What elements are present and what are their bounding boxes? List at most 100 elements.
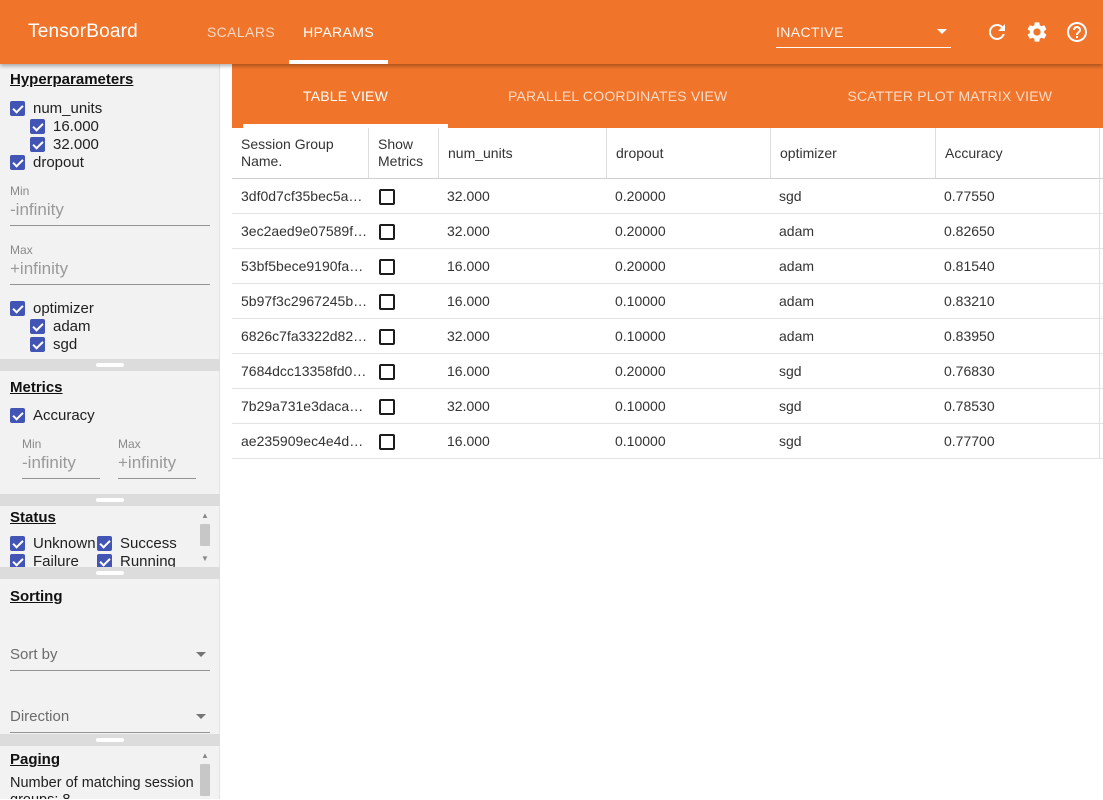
metric-accuracy: Accuracy: [10, 406, 219, 424]
tab-table-view[interactable]: TABLE VIEW: [243, 64, 448, 128]
gear-icon[interactable]: [1025, 20, 1049, 44]
refresh-icon[interactable]: [985, 20, 1009, 44]
num-units-label: num_units: [33, 100, 102, 117]
divider-drag-handle[interactable]: [96, 363, 124, 367]
accuracy-cell: 0.83950: [935, 328, 1103, 344]
status-failure: Failure: [10, 552, 97, 567]
tab-parallel-coordinates-view[interactable]: PARALLEL COORDINATES VIEW: [448, 64, 787, 128]
num-units-cell: 32.000: [438, 328, 606, 344]
optimizer-cell: adam: [770, 223, 935, 239]
divider-drag-handle[interactable]: [96, 571, 124, 575]
value-32-checkbox[interactable]: [30, 137, 45, 152]
col-dropout: dropout: [606, 128, 770, 178]
num-units-checkbox[interactable]: [10, 101, 25, 116]
session-group-name-cell: 3df0d7cf35bec5a…: [232, 188, 368, 204]
section-divider: [0, 494, 220, 506]
show-metrics-checkbox[interactable]: [379, 224, 395, 240]
table-row: 3ec2aed9e07589f… 32.000 0.20000 adam 0.8…: [232, 214, 1103, 249]
dropout-cell: 0.10000: [606, 433, 770, 449]
sgd-checkbox[interactable]: [30, 337, 45, 352]
dropout-min-input[interactable]: [10, 198, 210, 226]
dropout-max-input[interactable]: [10, 257, 210, 285]
status-heading: Status: [10, 509, 219, 526]
accuracy-cell: 0.77550: [935, 188, 1103, 204]
dropout-min-label: Min: [10, 184, 219, 198]
accuracy-cell: 0.78530: [935, 398, 1103, 414]
optimizer-cell: adam: [770, 258, 935, 274]
run-status-value: INACTIVE: [776, 24, 844, 40]
unknown-checkbox[interactable]: [10, 536, 25, 551]
show-metrics-checkbox[interactable]: [379, 399, 395, 415]
hyperparameters-heading: Hyperparameters: [10, 71, 219, 88]
paging-section: Paging Number of matching session groups…: [0, 746, 220, 799]
show-metrics-checkbox[interactable]: [379, 434, 395, 450]
show-metrics-cell: [368, 397, 438, 414]
show-metrics-cell: [368, 362, 438, 379]
dropout-cell: 0.20000: [606, 188, 770, 204]
dropout-cell: 0.10000: [606, 328, 770, 344]
dropout-label: dropout: [33, 154, 84, 171]
section-divider: [0, 359, 220, 371]
dropout-cell: 0.20000: [606, 223, 770, 239]
table-row: ae235909ec4e4d… 16.000 0.10000 sgd 0.777…: [232, 424, 1103, 459]
scrollbar-thumb[interactable]: [200, 524, 210, 546]
show-metrics-checkbox[interactable]: [379, 189, 395, 205]
show-metrics-checkbox[interactable]: [379, 294, 395, 310]
sort-by-select[interactable]: Sort by: [10, 646, 210, 671]
scrollbar-thumb[interactable]: [200, 764, 210, 796]
failure-label: Failure: [33, 553, 79, 568]
value-32-label: 32.000: [53, 136, 99, 153]
status-section: Status Unknown Success Failure Running: [0, 506, 220, 567]
chevron-down-icon: [937, 29, 947, 34]
value-16-checkbox[interactable]: [30, 119, 45, 134]
show-metrics-checkbox[interactable]: [379, 329, 395, 345]
num-units-cell: 32.000: [438, 188, 606, 204]
accuracy-checkbox[interactable]: [10, 408, 25, 423]
status-scrollbar[interactable]: ▲ ▼: [198, 511, 212, 564]
adam-checkbox[interactable]: [30, 319, 45, 334]
scroll-down-icon[interactable]: ▼: [201, 554, 209, 564]
session-group-name-cell: 7b29a731e3daca…: [232, 398, 368, 414]
session-group-table: Session Group Name. Show Metrics num_uni…: [232, 128, 1103, 459]
session-group-name-cell: 7684dcc13358fd0…: [232, 363, 368, 379]
table-row: 3df0d7cf35bec5a… 32.000 0.20000 sgd 0.77…: [232, 179, 1103, 214]
table-body: 3df0d7cf35bec5a… 32.000 0.20000 sgd 0.77…: [232, 179, 1103, 459]
tab-scalars[interactable]: SCALARS: [193, 0, 289, 64]
num-units-cell: 32.000: [438, 223, 606, 239]
tab-scatter-plot-matrix-view[interactable]: SCATTER PLOT MATRIX VIEW: [787, 64, 1103, 128]
table-row: 6826c7fa3322d82… 32.000 0.10000 adam 0.8…: [232, 319, 1103, 354]
top-app-bar: TensorBoard SCALARS HPARAMS INACTIVE: [0, 0, 1103, 64]
session-group-name-cell: 53bf5bece9190fa…: [232, 258, 368, 274]
section-divider: [0, 734, 220, 746]
num-units-cell: 16.000: [438, 363, 606, 379]
running-checkbox[interactable]: [97, 554, 112, 568]
show-metrics-cell: [368, 257, 438, 274]
hparam-optimizer: optimizer: [10, 299, 219, 317]
paging-scrollbar[interactable]: ▲: [198, 751, 212, 796]
chevron-down-icon: [196, 714, 206, 719]
failure-checkbox[interactable]: [10, 554, 25, 568]
table-row: 5b97f3c2967245b… 16.000 0.10000 adam 0.8…: [232, 284, 1103, 319]
dropout-max-label: Max: [10, 243, 219, 257]
dropout-checkbox[interactable]: [10, 155, 25, 170]
dropout-cell: 0.20000: [606, 258, 770, 274]
show-metrics-checkbox[interactable]: [379, 259, 395, 275]
col-num-units: num_units: [438, 128, 606, 178]
direction-select[interactable]: Direction: [10, 708, 210, 733]
accuracy-min-input[interactable]: [22, 451, 100, 479]
success-checkbox[interactable]: [97, 536, 112, 551]
scroll-up-icon[interactable]: ▲: [201, 511, 209, 521]
tab-hparams[interactable]: HPARAMS: [289, 0, 388, 64]
num-units-cell: 32.000: [438, 398, 606, 414]
scroll-up-icon[interactable]: ▲: [201, 751, 209, 761]
show-metrics-cell: [368, 327, 438, 344]
run-status-select[interactable]: INACTIVE: [776, 16, 951, 48]
show-metrics-checkbox[interactable]: [379, 364, 395, 380]
help-icon[interactable]: [1065, 20, 1089, 44]
accuracy-max-input[interactable]: [118, 451, 196, 479]
status-unknown: Unknown: [10, 534, 97, 552]
hparam-num-units: num_units: [10, 99, 219, 117]
optimizer-checkbox[interactable]: [10, 301, 25, 316]
divider-drag-handle[interactable]: [96, 498, 124, 502]
divider-drag-handle[interactable]: [96, 738, 124, 742]
